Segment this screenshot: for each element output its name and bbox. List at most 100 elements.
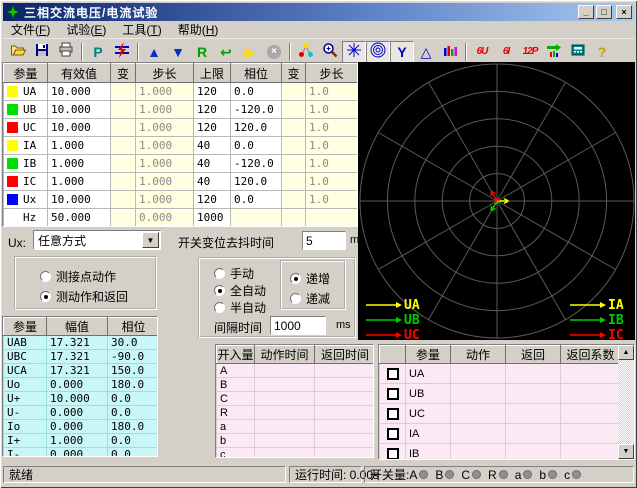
calculator-button[interactable] (566, 41, 590, 63)
menu-item[interactable]: 文件(F) (3, 20, 58, 39)
cell-value[interactable]: 40 (194, 155, 231, 173)
cell-value[interactable] (111, 83, 136, 101)
combo-dropdown-icon[interactable]: ▼ (142, 232, 159, 248)
twelve-p-button[interactable]: 12P (518, 41, 542, 63)
checkbox[interactable] (387, 428, 399, 440)
cell-value[interactable]: -120.0 (231, 155, 282, 173)
cell-value[interactable] (282, 137, 306, 155)
cell-value[interactable]: 120.0 (231, 173, 282, 191)
zoom-button[interactable] (318, 41, 342, 63)
cell-value[interactable]: 120 (194, 83, 231, 101)
cell-value[interactable]: 40 (194, 137, 231, 155)
auto-mode-option[interactable]: 半自动 (214, 299, 266, 316)
crosshair-view-button[interactable] (342, 41, 366, 63)
harmonics-button[interactable] (542, 41, 566, 63)
cell-value[interactable]: 40 (194, 173, 231, 191)
power-fault-button[interactable] (110, 41, 134, 63)
cell-value[interactable]: 1.000 (48, 173, 111, 191)
minimize-button[interactable]: _ (578, 5, 594, 19)
cell-value[interactable] (231, 209, 282, 227)
menu-item[interactable]: 帮助(H) (170, 20, 227, 39)
parameter-p-button[interactable]: P (86, 41, 110, 63)
menu-item[interactable]: 工具(T) (114, 20, 169, 39)
action-table-scrollbar[interactable]: ▲ ▼ (618, 345, 634, 459)
vector-node-button[interactable] (294, 41, 318, 63)
ux-mode-select[interactable]: 任意方式 ▼ (33, 230, 161, 250)
cell-value[interactable] (111, 155, 136, 173)
radio-icon[interactable] (40, 271, 51, 282)
checkbox[interactable] (387, 388, 399, 400)
cell-value[interactable]: 120 (194, 191, 231, 209)
cell-value[interactable]: 10.000 (48, 101, 111, 119)
radio-icon[interactable] (214, 302, 225, 313)
debounce-input[interactable] (302, 231, 346, 250)
six-u-button[interactable]: 6U (470, 41, 494, 63)
cell-value[interactable] (111, 209, 136, 227)
cell-value[interactable] (111, 119, 136, 137)
cell-value[interactable]: 1.000 (48, 137, 111, 155)
cell-value[interactable]: 0.0 (231, 191, 282, 209)
direction-option[interactable]: 递增 (290, 270, 330, 287)
cell-value[interactable] (282, 119, 306, 137)
cell-value[interactable]: 10.000 (48, 119, 111, 137)
cell-value[interactable] (111, 173, 136, 191)
scroll-up-icon[interactable]: ▲ (618, 345, 634, 360)
maximize-button[interactable]: □ (596, 5, 612, 19)
cell-value[interactable]: 0.0 (231, 83, 282, 101)
increase-button[interactable]: ▲ (142, 41, 166, 63)
checkbox[interactable] (387, 368, 399, 380)
cell-value[interactable] (282, 83, 306, 101)
start-test-icon: ▶ (245, 45, 256, 59)
cell-value[interactable]: 120 (194, 119, 231, 137)
start-test-button[interactable]: ▶ (238, 41, 262, 63)
menu-item[interactable]: 试验(E) (58, 20, 114, 39)
cell-value[interactable] (111, 101, 136, 119)
reset-r-button[interactable]: R (190, 41, 214, 63)
print-button[interactable] (54, 41, 78, 63)
checkbox[interactable] (387, 408, 399, 420)
cell-value[interactable]: 10.000 (48, 83, 111, 101)
cell-value[interactable]: 10.000 (48, 191, 111, 209)
cell-value[interactable] (282, 191, 306, 209)
radio-icon[interactable] (290, 273, 301, 284)
open-file-button[interactable] (6, 41, 30, 63)
cell-value[interactable] (282, 155, 306, 173)
undo-button[interactable]: ↩ (214, 41, 238, 63)
cell-value[interactable] (282, 209, 306, 227)
direction-option[interactable]: 递减 (290, 290, 330, 307)
save-file-button[interactable] (30, 41, 54, 63)
radio-icon[interactable] (214, 285, 225, 296)
interval-input[interactable] (270, 316, 326, 335)
stop-test-button[interactable]: × (262, 41, 286, 63)
cell-value[interactable]: 50.000 (48, 209, 111, 227)
test-mode-option[interactable]: 测动作和返回 (40, 288, 128, 305)
cell-value[interactable] (111, 137, 136, 155)
cell-value[interactable]: 120 (194, 101, 231, 119)
cell-value[interactable]: 1000 (194, 209, 231, 227)
impedance-circles-button[interactable] (366, 41, 390, 63)
radio-icon[interactable] (214, 268, 225, 279)
radio-icon[interactable] (40, 291, 51, 302)
cell-value[interactable]: 120.0 (231, 119, 282, 137)
cell-value[interactable]: 1.000 (48, 155, 111, 173)
six-i-button[interactable]: 6I (494, 41, 518, 63)
checkbox[interactable] (387, 448, 399, 459)
bar-chart-button[interactable] (438, 41, 462, 63)
cell-value[interactable]: 0.0 (231, 137, 282, 155)
radio-icon[interactable] (290, 293, 301, 304)
cell-value[interactable] (111, 191, 136, 209)
scroll-down-icon[interactable]: ▼ (618, 444, 634, 459)
decrease-button[interactable]: ▼ (166, 41, 190, 63)
delta-connection-button[interactable]: △ (414, 41, 438, 63)
test-mode-option[interactable]: 测接点动作 (40, 268, 116, 285)
auto-mode-option[interactable]: 手动 (214, 265, 254, 282)
help-button[interactable]: ? (590, 41, 614, 63)
close-button[interactable]: × (616, 5, 632, 19)
cell-value[interactable] (282, 101, 306, 119)
y-connection-button[interactable]: Y (390, 41, 414, 63)
auto-mode-option[interactable]: 全自动 (214, 282, 266, 299)
param-row: Ux10.0001.0001200.01.0 (4, 191, 358, 209)
cell-value[interactable] (282, 173, 306, 191)
cell-value: 0.0 (108, 434, 159, 448)
cell-value[interactable]: -120.0 (231, 101, 282, 119)
